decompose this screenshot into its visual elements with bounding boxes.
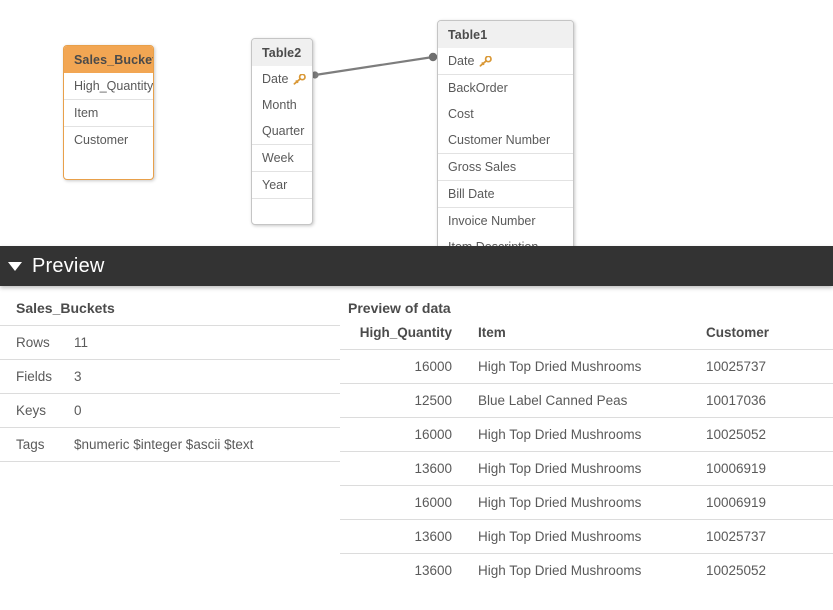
metadata-table-name: Sales_Buckets bbox=[0, 300, 340, 325]
table-row: 16000 High Top Dried Mushrooms 10025737 bbox=[340, 350, 833, 384]
table-row: 13600 High Top Dried Mushrooms 10006919 bbox=[340, 452, 833, 486]
metadata-table: Rows 11 Fields 3 Keys 0 Tags $numeric $i… bbox=[0, 325, 340, 462]
table-row: Fields 3 bbox=[0, 360, 340, 394]
cell-item: High Top Dried Mushrooms bbox=[470, 418, 698, 452]
cell-high-quantity: 13600 bbox=[340, 452, 470, 486]
cell-high-quantity: 16000 bbox=[340, 418, 470, 452]
cell-customer: 10025052 bbox=[698, 418, 833, 452]
cell-item: High Top Dried Mushrooms bbox=[470, 554, 698, 588]
metadata-label: Keys bbox=[0, 394, 74, 428]
cell-customer: 10006919 bbox=[698, 452, 833, 486]
table-field-label: Month bbox=[262, 98, 297, 112]
cell-high-quantity: 13600 bbox=[340, 554, 470, 588]
table-box-table1[interactable]: Table1 Date BackOrder Cost Customer Numb bbox=[437, 20, 574, 246]
cell-item: High Top Dried Mushrooms bbox=[470, 520, 698, 554]
table-row: 12500 Blue Label Canned Peas 10017036 bbox=[340, 384, 833, 418]
cell-customer: 10025737 bbox=[698, 520, 833, 554]
table-field-label: BackOrder bbox=[448, 81, 508, 95]
table-field-high-quantity[interactable]: High_Quantity bbox=[64, 73, 153, 99]
column-header-high-quantity[interactable]: High_Quantity bbox=[340, 325, 470, 350]
cell-item: High Top Dried Mushrooms bbox=[470, 486, 698, 520]
preview-section-header[interactable]: Preview bbox=[0, 246, 833, 286]
table-field-bill-date[interactable]: Bill Date bbox=[438, 180, 573, 207]
caret-down-icon[interactable] bbox=[8, 262, 22, 271]
association-endpoint-right bbox=[429, 53, 437, 61]
table-field-label: Customer bbox=[74, 133, 128, 147]
key-icon bbox=[293, 74, 306, 85]
table-field-label: Cost bbox=[448, 107, 474, 121]
table-row: 16000 High Top Dried Mushrooms 10006919 bbox=[340, 486, 833, 520]
cell-item: Blue Label Canned Peas bbox=[470, 384, 698, 418]
column-header-item[interactable]: Item bbox=[470, 325, 698, 350]
table-row: 13600 High Top Dried Mushrooms 10025737 bbox=[340, 520, 833, 554]
column-header-customer[interactable]: Customer bbox=[698, 325, 833, 350]
table-field-cost[interactable]: Cost bbox=[438, 101, 573, 127]
metadata-value: 3 bbox=[74, 360, 340, 394]
data-preview-title: Preview of data bbox=[340, 300, 833, 325]
table-field-label: Week bbox=[262, 151, 294, 165]
metadata-label: Rows bbox=[0, 326, 74, 360]
table-field-date[interactable]: Date bbox=[252, 66, 312, 92]
table-header-row: High_Quantity Item Customer bbox=[340, 325, 833, 350]
table-field-week[interactable]: Week bbox=[252, 144, 312, 171]
table-field-label: Bill Date bbox=[448, 187, 495, 201]
cell-customer: 10017036 bbox=[698, 384, 833, 418]
metadata-value: 11 bbox=[74, 326, 340, 360]
table-field-label: Item bbox=[74, 106, 98, 120]
table-field-invoice-number[interactable]: Invoice Number bbox=[438, 207, 573, 234]
cell-high-quantity: 12500 bbox=[340, 384, 470, 418]
cell-high-quantity: 13600 bbox=[340, 520, 470, 554]
data-model-canvas[interactable]: Sales_Buckets High_Quantity Item Custome… bbox=[0, 0, 833, 246]
table-field-month[interactable]: Month bbox=[252, 92, 312, 118]
association-line bbox=[315, 57, 433, 75]
metadata-label: Tags bbox=[0, 428, 74, 462]
table-row: 16000 High Top Dried Mushrooms 10025052 bbox=[340, 418, 833, 452]
table-field-label: Date bbox=[448, 54, 474, 68]
preview-panel: Sales_Buckets Rows 11 Fields 3 Keys 0 bbox=[0, 286, 833, 610]
table-field-customer-number[interactable]: Customer Number bbox=[438, 127, 573, 153]
table-field-year[interactable]: Year bbox=[252, 171, 312, 198]
preview-title: Preview bbox=[32, 255, 105, 278]
table-field-item-description[interactable]: Item Description bbox=[438, 234, 573, 246]
table-field-backorder[interactable]: BackOrder bbox=[438, 74, 573, 101]
table-box-title: Sales_Buckets bbox=[64, 46, 153, 73]
table-field-label: Customer Number bbox=[448, 133, 550, 147]
data-preview-table: High_Quantity Item Customer 16000 High T… bbox=[340, 325, 833, 587]
cell-item: High Top Dried Mushrooms bbox=[470, 350, 698, 384]
cell-customer: 10025737 bbox=[698, 350, 833, 384]
cell-customer: 10006919 bbox=[698, 486, 833, 520]
table-field-date[interactable]: Date bbox=[438, 48, 573, 74]
cell-customer: 10025052 bbox=[698, 554, 833, 588]
table-field-label: Invoice Number bbox=[448, 214, 536, 228]
table-field-label: High_Quantity bbox=[74, 79, 153, 93]
table-field-label: Gross Sales bbox=[448, 160, 516, 174]
table-field-customer[interactable]: Customer bbox=[64, 126, 153, 153]
table-field-gross-sales[interactable]: Gross Sales bbox=[438, 153, 573, 180]
data-preview-pane: Preview of data High_Quantity Item Custo… bbox=[340, 286, 833, 610]
table-field-empty-slot bbox=[252, 198, 312, 224]
data-manager-screen: Sales_Buckets High_Quantity Item Custome… bbox=[0, 0, 833, 610]
table-box-sales-buckets[interactable]: Sales_Buckets High_Quantity Item Custome… bbox=[63, 45, 154, 180]
table-box-table2[interactable]: Table2 Date Month Quarter Week bbox=[251, 38, 313, 225]
table-field-label: Year bbox=[262, 178, 287, 192]
table-row: Keys 0 bbox=[0, 394, 340, 428]
metadata-label: Fields bbox=[0, 360, 74, 394]
key-icon bbox=[479, 56, 492, 67]
metadata-value: $numeric $integer $ascii $text bbox=[74, 428, 340, 462]
table-row: Rows 11 bbox=[0, 326, 340, 360]
metadata-value: 0 bbox=[74, 394, 340, 428]
cell-item: High Top Dried Mushrooms bbox=[470, 452, 698, 486]
table-row: Tags $numeric $integer $ascii $text bbox=[0, 428, 340, 462]
table-field-label: Quarter bbox=[262, 124, 304, 138]
table-metadata-pane: Sales_Buckets Rows 11 Fields 3 Keys 0 bbox=[0, 286, 340, 610]
table-field-item[interactable]: Item bbox=[64, 99, 153, 126]
table-box-title: Table1 bbox=[438, 21, 573, 48]
table-field-label: Date bbox=[262, 72, 288, 86]
table-row: 13600 High Top Dried Mushrooms 10025052 bbox=[340, 554, 833, 588]
table-field-quarter[interactable]: Quarter bbox=[252, 118, 312, 144]
table-field-empty-slot bbox=[64, 153, 153, 179]
table-box-title: Table2 bbox=[252, 39, 312, 66]
cell-high-quantity: 16000 bbox=[340, 486, 470, 520]
cell-high-quantity: 16000 bbox=[340, 350, 470, 384]
